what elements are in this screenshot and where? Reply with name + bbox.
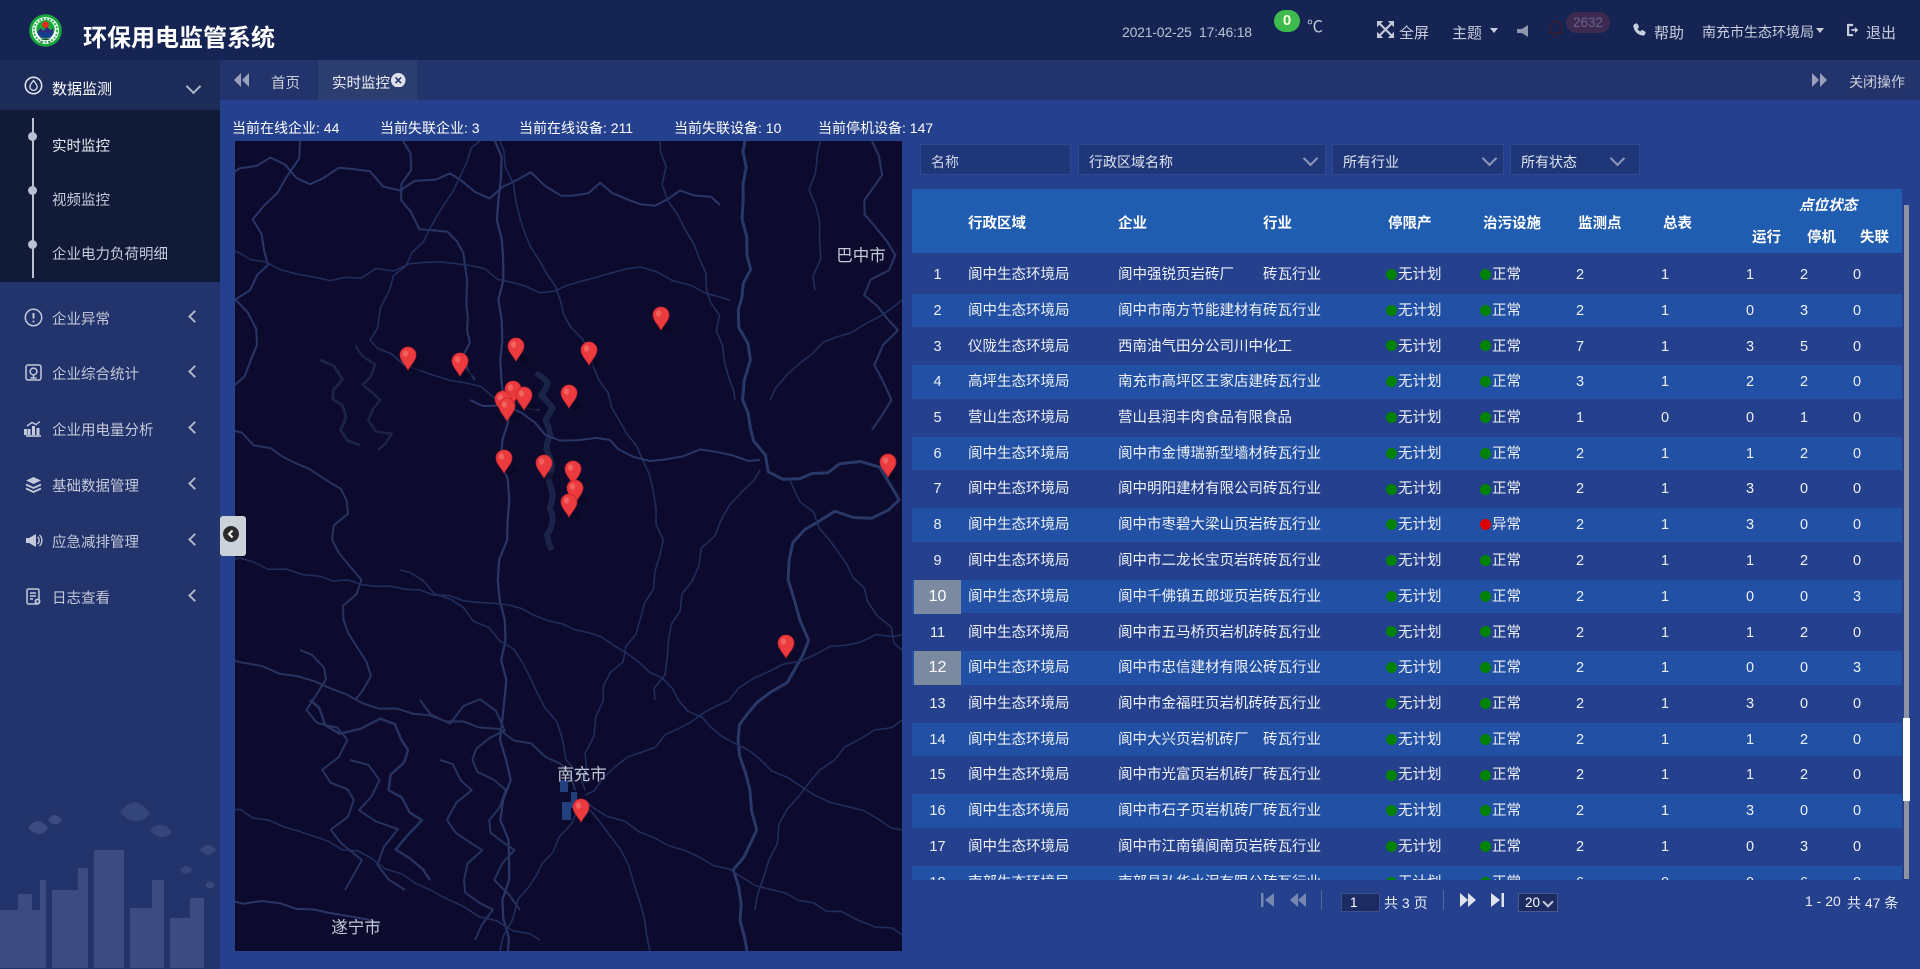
svg-text:巴中市: 巴中市 bbox=[836, 246, 886, 265]
svg-text:南充市: 南充市 bbox=[557, 765, 607, 784]
svg-text:遂宁市: 遂宁市 bbox=[331, 918, 381, 937]
